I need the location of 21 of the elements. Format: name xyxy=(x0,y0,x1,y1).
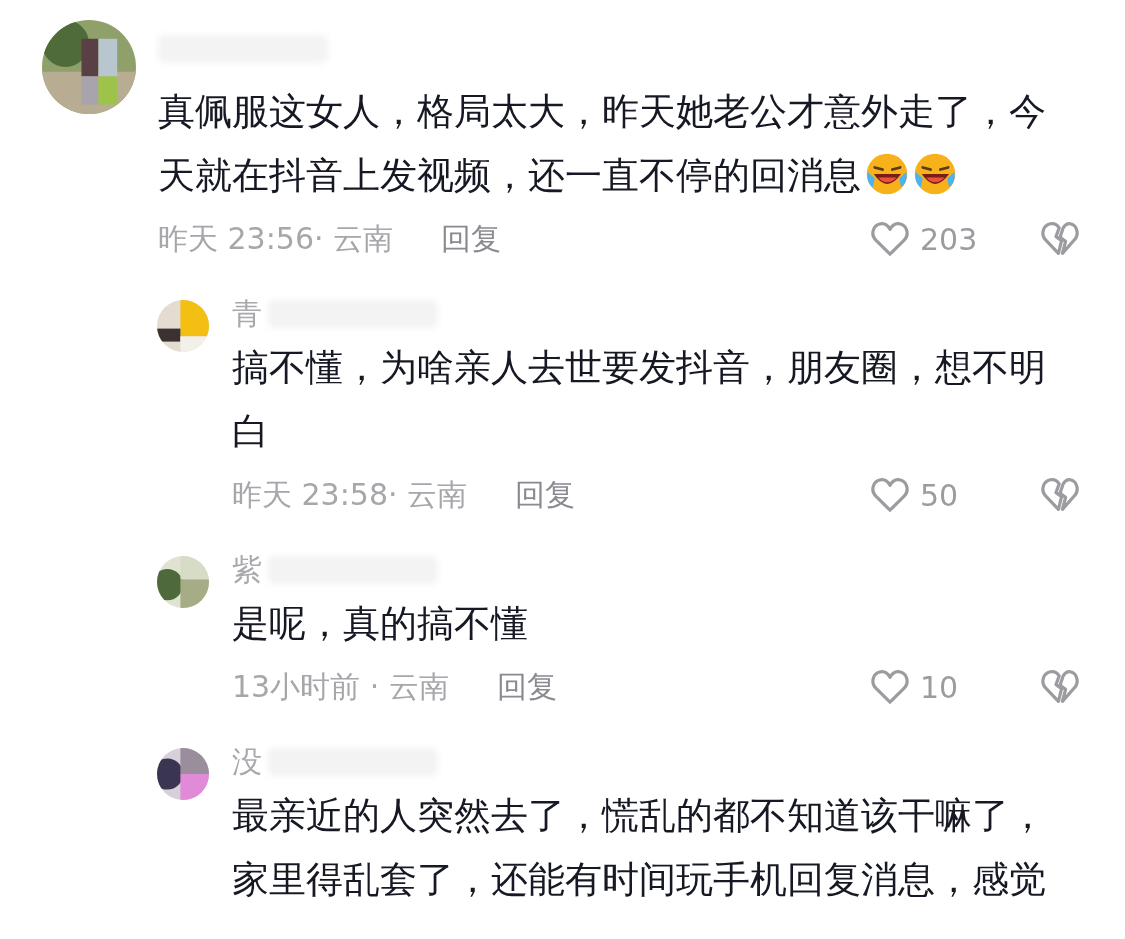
comment-text: 搞不懂，为啥亲人去世要发抖音，朋友圈，想不明白 xyxy=(232,345,1047,455)
like-count: 50 xyxy=(920,477,960,513)
reply-link[interactable]: 回复 xyxy=(441,218,502,260)
username[interactable]: 没 xyxy=(232,741,262,783)
heart-icon[interactable] xyxy=(870,219,910,259)
like-count: 10 xyxy=(920,669,960,705)
laughing-emoji-icon xyxy=(865,152,909,196)
like-count: 203 xyxy=(920,221,979,257)
comment-text: 是呢，真的搞不懂 xyxy=(232,601,529,647)
heart-icon[interactable] xyxy=(870,667,910,707)
comment-text: 最亲近的人突然去了，慌乱的都不知道该干嘛了，家里得乱套了，还能有时间玩手机回复消息，感觉 xyxy=(232,793,1047,903)
username[interactable]: 青 xyxy=(232,293,262,335)
heart-icon[interactable] xyxy=(870,475,910,515)
timestamp: 昨天 23:56· 云南 xyxy=(158,219,394,258)
username[interactable]: 紫 xyxy=(232,549,262,591)
timestamp: 昨天 23:58· 云南 xyxy=(232,475,468,514)
timestamp: 13小时前 · 云南 xyxy=(232,667,449,706)
reply-link[interactable]: 回复 xyxy=(496,666,557,708)
reply-link[interactable]: 回复 xyxy=(515,474,576,516)
comment-text: 真佩服这女人，格局太大，昨天她老公才意外走了，今天就在抖音上发视频，还一直不停的回消息 xyxy=(158,89,1047,199)
laughing-emoji-icon xyxy=(913,152,957,196)
